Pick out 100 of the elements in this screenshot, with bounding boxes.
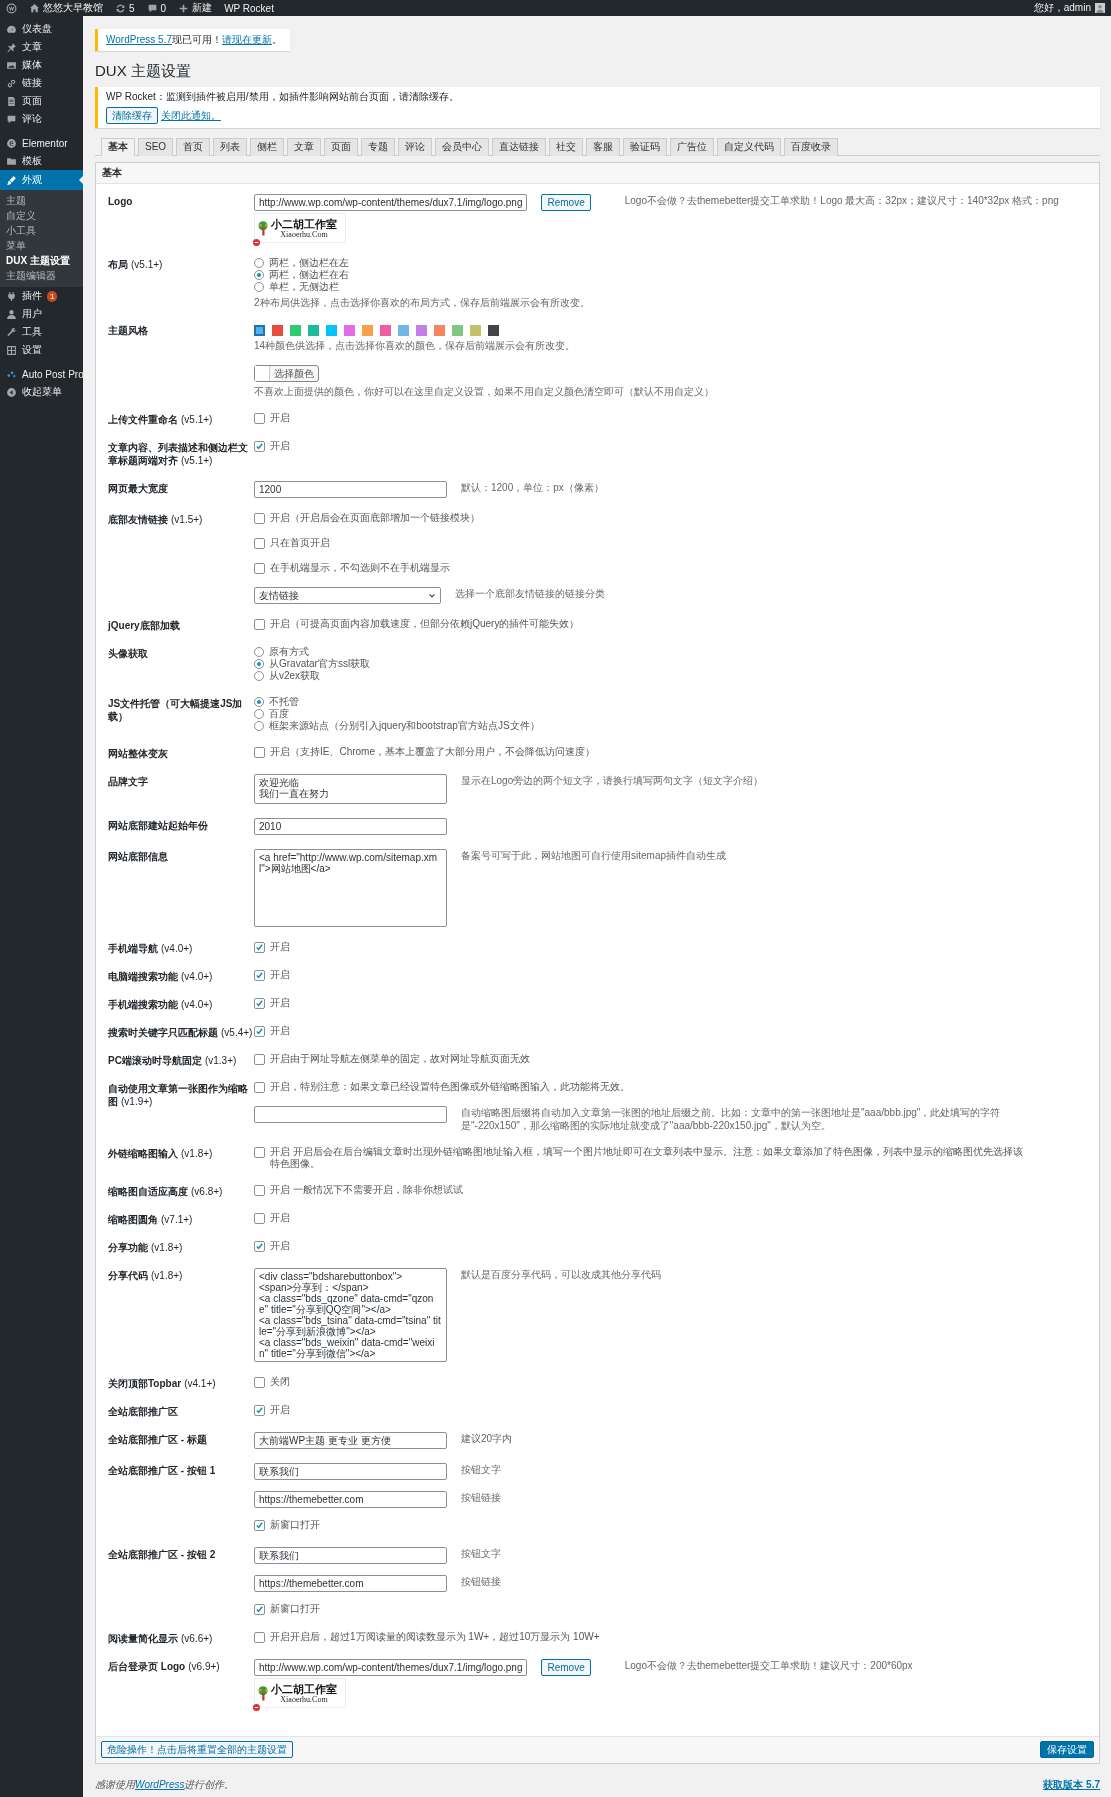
logo-icon[interactable] (6, 2, 17, 14)
tab[interactable]: 社交 (549, 138, 584, 156)
account-greeting[interactable]: 您好，admin (1033, 1, 1091, 15)
color-swatch[interactable] (452, 325, 463, 336)
text-area[interactable]: 欢迎光临 我们一直在努力 (254, 774, 447, 804)
sidebar-item[interactable]: 插件 1 (0, 287, 83, 305)
tab[interactable]: 基本 (101, 138, 135, 156)
text-field[interactable]: 联系我们 (254, 1547, 447, 1564)
sidebar-subitem[interactable]: 自定义 (0, 208, 83, 223)
sidebar-subitem[interactable]: 主题编辑器 (0, 268, 83, 283)
checkbox[interactable] (254, 1405, 265, 1416)
radio-button[interactable] (254, 721, 264, 731)
toolbar-item[interactable]: 5 (109, 0, 141, 16)
color-swatch[interactable] (290, 325, 301, 336)
checkbox[interactable] (254, 1377, 265, 1388)
url-field[interactable]: http://www.wp.com/wp-content/themes/dux7.1/img/logo.png (254, 194, 528, 211)
tab[interactable]: SEO (138, 138, 174, 156)
sidebar-item[interactable]: 收起菜单 (0, 383, 83, 401)
tab[interactable]: 广告位 (670, 138, 715, 156)
radio-button[interactable] (254, 647, 264, 657)
checkbox[interactable] (254, 1520, 265, 1531)
tab[interactable]: 客服 (586, 138, 621, 156)
sidebar-item[interactable]: 页面 (0, 92, 83, 110)
checkbox[interactable] (254, 563, 265, 574)
save-button[interactable]: 保存设置 (1040, 1741, 1094, 1758)
radio-button[interactable] (254, 258, 264, 268)
remove-button[interactable]: Remove (541, 1659, 591, 1676)
dismiss-link[interactable]: 关闭此通知。 (161, 108, 221, 123)
sidebar-subitem[interactable]: DUX 主题设置 (0, 253, 83, 268)
checkbox[interactable] (254, 1147, 265, 1158)
sidebar-item[interactable]: 仪表盘 (0, 20, 83, 38)
color-swatch[interactable] (380, 325, 391, 336)
sidebar-item[interactable]: 外观 (0, 170, 83, 190)
select-field[interactable]: 友情链接 (254, 587, 441, 604)
tab[interactable]: 列表 (213, 138, 248, 156)
text-field[interactable]: 1200 (254, 481, 447, 498)
color-swatch[interactable] (398, 325, 409, 336)
color-swatch[interactable] (344, 325, 355, 336)
sidebar-subitem[interactable]: 主题 (0, 193, 83, 208)
reset-button[interactable]: 危险操作！点击后将重置全部的主题设置 (101, 1741, 293, 1758)
tab[interactable]: 百度收录 (784, 138, 839, 156)
checkbox[interactable] (254, 1185, 265, 1196)
text-field[interactable] (254, 1106, 447, 1123)
color-swatch[interactable] (362, 325, 373, 336)
checkbox[interactable] (254, 1241, 265, 1252)
sidebar-item[interactable]: Auto Post Pro (0, 365, 83, 383)
checkbox[interactable] (254, 998, 265, 1009)
tab[interactable]: 评论 (398, 138, 433, 156)
radio-button[interactable] (254, 270, 264, 280)
sidebar-item[interactable]: 链接 (0, 74, 83, 92)
radio-button[interactable] (254, 697, 264, 707)
checkbox[interactable] (254, 538, 265, 549)
sidebar-subitem[interactable]: 菜单 (0, 238, 83, 253)
sidebar-item[interactable]: 工具 (0, 323, 83, 341)
toolbar-item[interactable]: 0 (140, 0, 173, 16)
tab[interactable]: 侧栏 (250, 138, 285, 156)
sidebar-item[interactable]: 评论 (0, 110, 83, 128)
radio-button[interactable] (254, 671, 264, 681)
toolbar-item[interactable]: 新建 (172, 0, 219, 16)
tab[interactable]: 页面 (324, 138, 359, 156)
remove-button[interactable]: Remove (541, 194, 591, 211)
checkbox[interactable] (254, 619, 265, 630)
color-swatch[interactable] (326, 325, 337, 336)
checkbox[interactable] (254, 970, 265, 981)
tab[interactable]: 首页 (176, 138, 211, 156)
color-swatch[interactable] (416, 325, 427, 336)
text-field[interactable]: 2010 (254, 818, 447, 835)
tab[interactable]: 会员中心 (435, 138, 490, 156)
radio-button[interactable] (254, 709, 264, 719)
checkbox[interactable] (254, 441, 265, 452)
checkbox[interactable] (254, 413, 265, 424)
clear-cache-button[interactable]: 清除缓存 (106, 107, 158, 124)
checkbox[interactable] (254, 747, 265, 758)
tab[interactable]: 直达链接 (492, 138, 547, 156)
radio-button[interactable] (254, 282, 264, 292)
sidebar-item[interactable]: 用户 (0, 305, 83, 323)
color-picker-button[interactable]: 选择颜色 (254, 365, 319, 382)
sidebar-item[interactable]: 设置 (0, 341, 83, 359)
text-field[interactable]: https://themebetter.com (254, 1491, 447, 1508)
tab[interactable]: 验证码 (623, 138, 668, 156)
color-swatch[interactable] (488, 325, 499, 336)
link[interactable]: WordPress (135, 1779, 185, 1790)
tab[interactable]: 文章 (287, 138, 322, 156)
checkbox[interactable] (254, 1632, 265, 1643)
link[interactable]: WordPress 5.7 (106, 34, 172, 45)
url-field[interactable]: http://www.wp.com/wp-content/themes/dux7.1/img/logo.png (254, 1659, 528, 1676)
text-area[interactable]: <a href="http://www.wp.com/sitemap.xml">网站地图</a> (254, 849, 447, 927)
color-swatch[interactable] (434, 325, 445, 336)
toolbar-item[interactable]: WP Rocket (218, 0, 280, 16)
checkbox[interactable] (254, 1082, 265, 1093)
color-swatch[interactable] (470, 325, 481, 336)
text-area[interactable]: <div class="bdsharebuttonbox"> <span>分享到：</span> <a class="bds_qzone" data-cmd="qzone" title="分享到QQ空间"></a> <a class="bds_tsina" data-cmd="tsina" title="分享到新浪微博"></a> <a class="bds_weixin" data-cmd="weixin" title="分享到微信"></a> (254, 1268, 447, 1362)
checkbox[interactable] (254, 513, 265, 524)
sidebar-item[interactable]: 文章 (0, 38, 83, 56)
checkbox[interactable] (254, 1213, 265, 1224)
checkbox[interactable] (254, 942, 265, 953)
version-link[interactable]: 获取版本 5.7 (1043, 1778, 1100, 1792)
text-field[interactable]: https://themebetter.com (254, 1575, 447, 1592)
checkbox[interactable] (254, 1054, 265, 1065)
radio-button[interactable] (254, 659, 264, 669)
